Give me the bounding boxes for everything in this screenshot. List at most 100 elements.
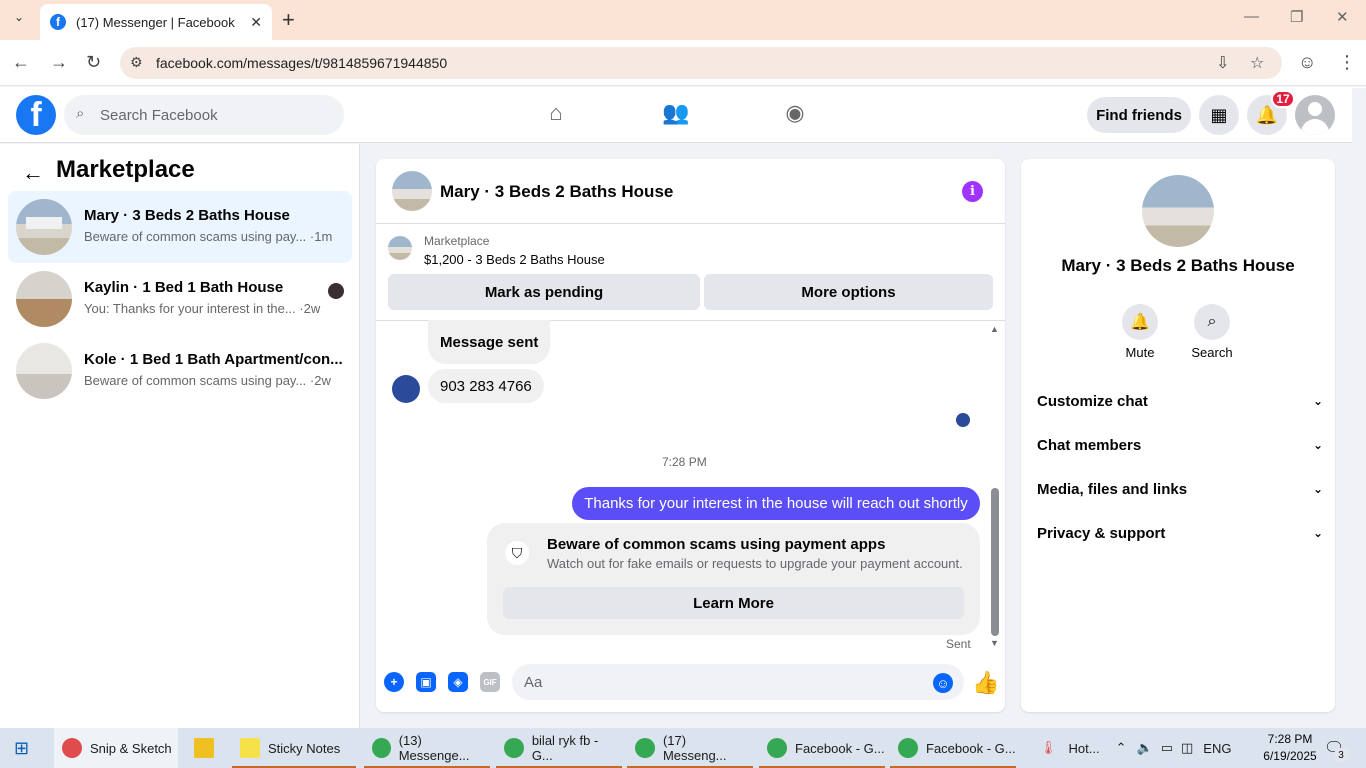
chat-avatar[interactable] [392, 171, 432, 211]
friends-icon[interactable]: 👥 [660, 100, 692, 130]
taskbar-app[interactable]: bilal ryk fb - G... [496, 728, 622, 768]
new-tab-icon[interactable]: + [282, 7, 295, 33]
facebook-logo-icon[interactable]: f [16, 95, 56, 135]
read-receipt-avatar [956, 413, 970, 427]
thermometer-icon: 🌡 [1040, 740, 1057, 755]
message-input[interactable]: Aa [512, 664, 964, 700]
profile-avatar[interactable] [1142, 175, 1214, 247]
conversation-thumbnail [16, 271, 72, 327]
site-settings-icon[interactable]: ⚙ [130, 54, 143, 71]
chevron-down-icon: ⌄ [1312, 394, 1323, 408]
facebook-search-input[interactable]: ⌕ Search Facebook [64, 95, 344, 135]
sticker-icon[interactable]: ◈ [448, 672, 468, 692]
back-arrow-icon[interactable]: ← [22, 160, 44, 186]
address-bar[interactable]: ⚙ facebook.com/messages/t/98148596719448… [120, 47, 1282, 79]
scrollbar-thumb[interactable] [991, 488, 999, 636]
section-label: Privacy & support [1037, 524, 1166, 542]
message-bubble: 903 283 4766 [428, 369, 544, 403]
url-text: facebook.com/messages/t/9814859671944850 [156, 55, 448, 71]
browser-menu-icon[interactable]: ⋮ [1338, 52, 1356, 73]
reload-icon[interactable]: ↻ [86, 52, 101, 73]
scroll-down-icon[interactable]: ▼ [990, 638, 999, 648]
gif-icon[interactable]: GIF [480, 672, 500, 692]
section-label: Chat members [1037, 436, 1142, 454]
browser-tab[interactable]: f (17) Messenger | Facebook ✕ [40, 4, 272, 40]
search-label: Search [1191, 345, 1233, 360]
listing-thumbnail[interactable] [388, 236, 412, 260]
page-scrollbar[interactable] [1352, 88, 1366, 728]
find-friends-button[interactable]: Find friends [1087, 97, 1191, 133]
taskbar-clock[interactable]: 7:28 PM 6/19/2025 [1260, 731, 1320, 765]
chevron-down-icon: ⌄ [1312, 438, 1323, 452]
network-icon[interactable]: ◫ [1181, 740, 1193, 756]
warning-title: Beware of common scams using payment app… [547, 536, 886, 553]
close-tab-icon[interactable]: ✕ [250, 14, 262, 31]
message-input-placeholder: Aa [524, 673, 543, 691]
chevron-up-icon[interactable]: ⌃ [1116, 740, 1127, 756]
tab-search-icon[interactable]: ⌄ [8, 10, 30, 30]
scroll-up-icon[interactable]: ▲ [990, 324, 999, 334]
back-icon[interactable]: ← [12, 52, 30, 73]
chat-title[interactable]: Mary · 3 Beds 2 Baths House [440, 182, 673, 202]
bookmark-star-icon[interactable]: ☆ [1250, 53, 1264, 73]
more-options-button[interactable]: More options [704, 274, 993, 310]
weather-label[interactable]: Hot... [1069, 741, 1100, 756]
window-close-icon[interactable]: ✕ [1336, 8, 1349, 26]
install-app-icon[interactable]: ⇩ [1216, 53, 1229, 73]
listing-title[interactable]: $1,200 - 3 Beds 2 Baths House [424, 252, 605, 267]
attach-photo-icon[interactable]: ▣ [416, 672, 436, 692]
taskbar-app[interactable]: Facebook - G... [759, 728, 885, 768]
groups-icon[interactable]: ◉ [779, 100, 811, 130]
chevron-down-icon: ⌄ [1312, 526, 1323, 540]
media-files-links-section[interactable]: Media, files and links ⌄ [1037, 477, 1323, 501]
taskbar-app[interactable]: (17) Messeng... [627, 728, 753, 768]
marketplace-label: Marketplace [424, 234, 490, 248]
learn-more-button[interactable]: Learn More [503, 587, 964, 619]
search-placeholder: Search Facebook [100, 106, 218, 124]
emoji-icon[interactable]: ☺ [933, 673, 953, 693]
mute-label: Mute [1125, 345, 1155, 360]
taskbar-app[interactable] [186, 728, 226, 768]
conversation-name: Kaylin · 1 Bed 1 Bath House [84, 279, 284, 296]
privacy-support-section[interactable]: Privacy & support ⌄ [1037, 521, 1323, 545]
forward-icon[interactable]: → [50, 52, 68, 73]
clock-date: 6/19/2025 [1263, 749, 1317, 763]
message-status: Sent [946, 637, 971, 651]
conversation-item[interactable]: Mary · 3 Beds 2 Baths House Beware of co… [8, 191, 352, 263]
sender-avatar[interactable] [392, 375, 420, 403]
customize-chat-section[interactable]: Customize chat ⌄ [1037, 389, 1323, 413]
conversation-name: Mary · 3 Beds 2 Baths House [84, 207, 290, 224]
battery-icon[interactable]: ▭ [1161, 740, 1173, 756]
search-chat-icon[interactable]: ⌕ [1194, 304, 1230, 340]
section-label: Customize chat [1037, 392, 1148, 410]
mute-bell-icon[interactable]: 🔔 [1122, 304, 1158, 340]
file-explorer-icon [194, 738, 214, 758]
taskbar-app[interactable]: Facebook - G... [890, 728, 1016, 768]
account-avatar[interactable] [1295, 95, 1335, 135]
warning-text: Watch out for fake emails or requests to… [547, 556, 963, 571]
mark-as-pending-button[interactable]: Mark as pending [388, 274, 700, 310]
conversation-item[interactable]: Kaylin · 1 Bed 1 Bath House You: Thanks … [8, 263, 352, 335]
home-icon[interactable]: ⌂ [540, 100, 572, 130]
profile-icon[interactable]: ☺ [1298, 52, 1316, 73]
taskbar-app[interactable]: Sticky Notes [232, 728, 356, 768]
taskbar-app[interactable]: Snip & Sketch [54, 728, 178, 768]
like-thumb-icon[interactable]: 👍 [972, 670, 999, 696]
plus-icon[interactable]: + [384, 672, 404, 692]
restore-icon[interactable]: ❐ [1290, 8, 1303, 26]
volume-icon[interactable]: 🔈 [1137, 740, 1153, 756]
chrome-icon [372, 738, 391, 758]
taskbar-app[interactable]: (13) Messenge... [364, 728, 490, 768]
system-tray: 🌡 Hot... ⌃ 🔈 ▭ ◫ ENG [1040, 728, 1231, 768]
conversation-item[interactable]: Kole · 1 Bed 1 Bath Apartment/con... Bew… [8, 335, 352, 407]
windows-start-icon[interactable]: ⊞ [14, 738, 29, 759]
info-icon[interactable]: i [962, 181, 983, 202]
chrome-icon [504, 738, 524, 758]
page-title: Marketplace [56, 156, 195, 183]
chat-members-section[interactable]: Chat members ⌄ [1037, 433, 1323, 457]
conversation-name: Kole · 1 Bed 1 Bath Apartment/con... [84, 351, 343, 368]
language-label[interactable]: ENG [1203, 741, 1231, 756]
menu-grid-icon[interactable]: ▦ [1199, 95, 1239, 135]
minimize-icon[interactable]: — [1244, 8, 1259, 25]
taskbar-app-label: Facebook - G... [795, 740, 885, 756]
